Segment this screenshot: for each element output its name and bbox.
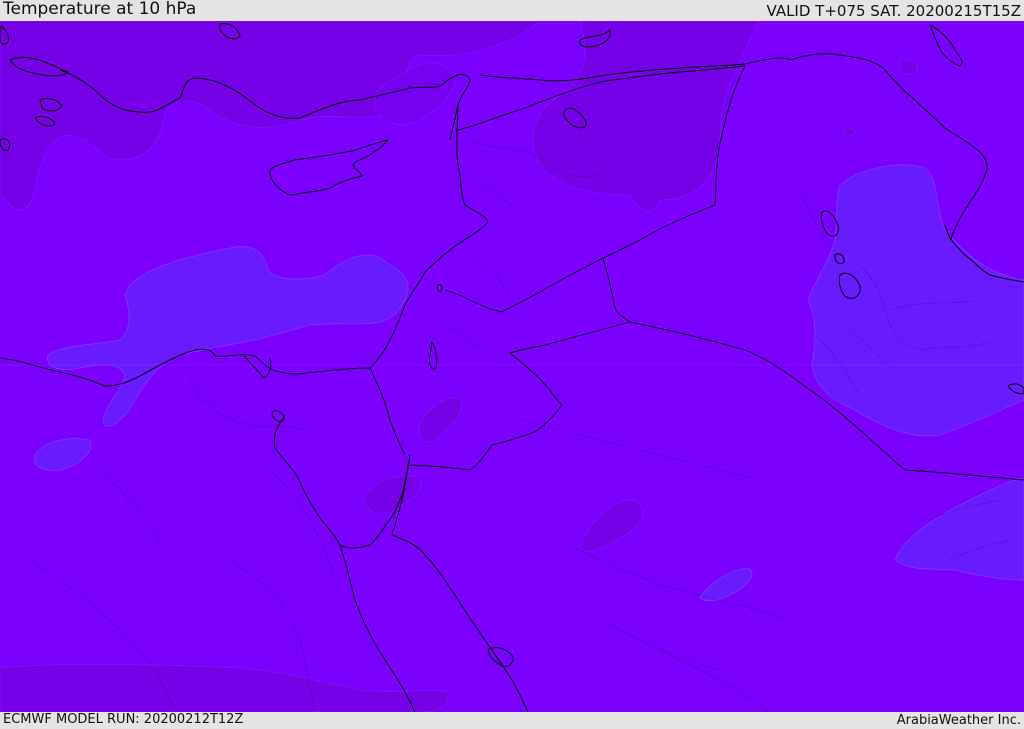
footer-bar: ECMWF MODEL RUN: 20200212T12Z ArabiaWeat…	[0, 712, 1024, 729]
model-run-label: ECMWF MODEL RUN: 20200212T12Z	[3, 712, 244, 727]
map-title: Temperature at 10 hPa	[3, 0, 197, 19]
map-canvas	[0, 21, 1024, 712]
header-bar: Temperature at 10 hPa VALID T+075 SAT. 2…	[0, 0, 1024, 21]
map-figure: Temperature at 10 hPa VALID T+075 SAT. 2…	[0, 0, 1024, 729]
credit-label: ArabiaWeather Inc.	[896, 713, 1021, 728]
map-svg	[0, 21, 1024, 712]
valid-time: VALID T+075 SAT. 20200215T15Z	[766, 2, 1021, 20]
